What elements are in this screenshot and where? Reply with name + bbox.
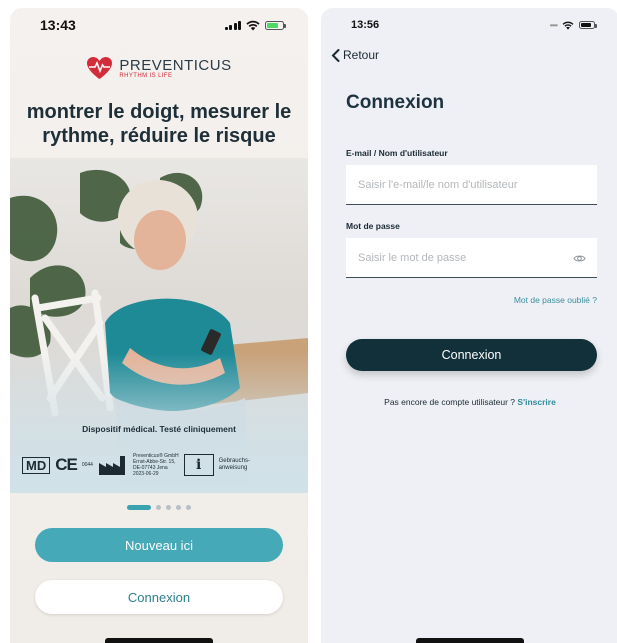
certification-row: MD CE 0044 Preventicus® GmbH Ernst-Abbe-… [22, 453, 300, 477]
instructions-icon: i [183, 454, 214, 476]
signup-prompt: Pas encore de compte utilisateur ? S'ins… [321, 397, 617, 407]
status-bar: 13:43 [10, 8, 308, 42]
carousel-dot[interactable] [127, 505, 151, 510]
password-field-container [346, 238, 597, 278]
heart-logo-icon [87, 57, 113, 79]
login-button[interactable]: Connexion [35, 580, 283, 614]
status-time: 13:43 [40, 17, 76, 33]
signal-dots-icon: •••• [549, 20, 558, 30]
home-indicator[interactable] [416, 638, 524, 643]
hero-photo [10, 158, 308, 493]
status-bar: 13:56 •••• [321, 8, 617, 42]
chevron-left-icon [331, 48, 340, 62]
back-label: Retour [343, 48, 380, 62]
md-mark: MD [22, 456, 51, 474]
preventicus-logo: PREVENTICUS RHYTHM IS LIFE [10, 56, 308, 80]
signal-icon [224, 20, 241, 30]
password-label: Mot de passe [346, 221, 400, 231]
page-title: Connexion [346, 92, 445, 113]
carousel-dot[interactable] [156, 505, 161, 510]
email-input[interactable] [358, 165, 597, 204]
battery-icon [579, 21, 597, 29]
login-submit-button[interactable]: Connexion [346, 339, 597, 371]
medical-device-caption: Dispositif médical. Testé cliniquement [82, 424, 236, 434]
manufacturer-icon [98, 456, 125, 475]
headline: montrer le doigt, mesurer le rythme, réd… [26, 101, 292, 147]
forgot-password-link[interactable]: Mot de passe oublié ? [514, 295, 597, 305]
new-here-button[interactable]: Nouveau ici [35, 528, 283, 562]
brand-name: PREVENTICUS [119, 56, 232, 74]
carousel-indicator [10, 505, 308, 510]
carousel-dot[interactable] [176, 505, 181, 510]
signup-text: Pas encore de compte utilisateur ? [384, 397, 516, 407]
eye-icon[interactable] [573, 252, 586, 265]
status-time: 13:56 [351, 19, 380, 31]
login-screen: 13:56 •••• Retour Connexion E-mail / Nom… [321, 8, 617, 643]
manufacturer-info: Preventicus® GmbH Ernst-Abbe-Str. 15, DE… [132, 453, 179, 477]
password-input[interactable] [358, 238, 597, 277]
ce-mark: CE [55, 455, 78, 474]
wifi-icon [562, 21, 574, 30]
wifi-icon [246, 20, 260, 30]
carousel-dot[interactable] [186, 505, 191, 510]
back-button[interactable]: Retour [331, 48, 379, 62]
welcome-screen: 13:43 PREVENTICUS RHYTHM IS LIFE montrer… [10, 8, 308, 643]
signup-link[interactable]: S'inscrire [517, 397, 555, 407]
carousel-dot[interactable] [166, 505, 171, 510]
email-field-container [346, 165, 597, 205]
home-indicator[interactable] [105, 638, 213, 643]
ce-number: 0044 [81, 462, 93, 468]
battery-icon [265, 20, 286, 30]
instructions-label: Gebrauchs- anweisung [218, 458, 250, 471]
email-label: E-mail / Nom d'utilisateur [346, 148, 448, 158]
